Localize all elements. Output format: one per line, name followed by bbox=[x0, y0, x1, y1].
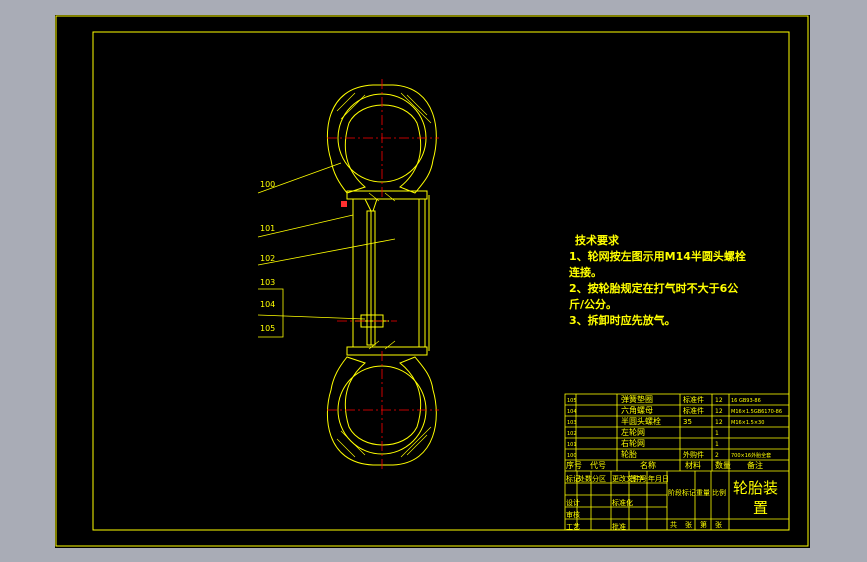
balloon-103: 103 bbox=[260, 278, 275, 287]
notes-title: 技术要求 bbox=[575, 234, 619, 247]
bom-row-name: 半圆头螺栓 bbox=[621, 416, 661, 426]
bom-row-qty: 12 bbox=[715, 408, 723, 415]
bom-header-code: 代号 bbox=[590, 460, 606, 470]
notes-line-1: 1、轮网按左图示用M14半圆头螺栓 bbox=[569, 250, 746, 263]
bom-row-spec: M16×1.5GB6170-86 bbox=[731, 409, 782, 415]
title-block-cell: 重量 bbox=[696, 489, 710, 497]
bom-header-name: 名称 bbox=[640, 460, 656, 470]
bom-row-name: 左轮网 bbox=[621, 427, 645, 437]
bom-row-name: 弹簧垫圈 bbox=[621, 394, 653, 404]
bom-row-spec: 700×16外胎全套 bbox=[731, 452, 771, 459]
bom-header-material: 材料 bbox=[685, 460, 701, 470]
bom-row-no: 104 bbox=[567, 409, 577, 415]
notes-line-2: 连接。 bbox=[569, 266, 602, 279]
bom-header-remark: 备注 bbox=[747, 460, 763, 470]
technical-requirements: 技术要求 1、轮网按左图示用M14半圆头螺栓 连接。 2、按轮胎规定在打气时不大… bbox=[569, 233, 746, 329]
bom-row-type: 35 bbox=[683, 418, 692, 426]
title-block-cell: 张 bbox=[715, 520, 722, 529]
title-block-cell: 标准化 bbox=[612, 498, 633, 507]
bom-row-qty: 12 bbox=[715, 419, 723, 426]
title-block-cell: 第 bbox=[700, 520, 707, 529]
section-hatching bbox=[336, 92, 432, 458]
bom-row-qty: 12 bbox=[715, 397, 723, 404]
bom-row-name: 右轮网 bbox=[621, 438, 645, 448]
bom-row-name: 六角螺母 bbox=[621, 405, 653, 415]
title-block-cell: 阶段标记 bbox=[668, 488, 696, 497]
title-block-cell: 签字 bbox=[630, 474, 644, 483]
notes-line-4: 斤/公分。 bbox=[569, 298, 618, 311]
cad-viewport[interactable]: 100 101 102 103 104 105 105 弹簧垫圈 标准件 12 16 G… bbox=[55, 15, 810, 548]
bom-header-no: 序号 bbox=[566, 460, 582, 470]
bom-header-qty: 数量 bbox=[715, 460, 731, 470]
bom-row-name: 轮胎 bbox=[621, 449, 637, 459]
bom-row-type: 标准件 bbox=[683, 406, 704, 415]
bom-row-no: 100 bbox=[567, 453, 577, 459]
title-block-cell: 工艺 bbox=[566, 523, 580, 531]
bom-row-no: 105 bbox=[567, 398, 577, 404]
notes-line-3: 2、按轮胎规定在打气时不大于6公 bbox=[569, 282, 739, 295]
bom-row-spec: 16 GB93-86 bbox=[731, 398, 761, 404]
balloon-105: 105 bbox=[260, 324, 275, 333]
title-block-cell: 比例 bbox=[712, 488, 726, 497]
title-block: 轮胎装 置 bbox=[733, 479, 778, 517]
wheel-rim bbox=[346, 190, 430, 356]
balloon-102: 102 bbox=[260, 254, 275, 263]
bom-row-type: 标准件 bbox=[683, 395, 704, 404]
title-block-cell: 处数 bbox=[578, 474, 592, 483]
bom-row-no: 103 bbox=[567, 420, 577, 426]
bom-row-qty: 1 bbox=[715, 430, 719, 437]
bom-row-no: 101 bbox=[567, 442, 577, 448]
bom-row-type: 外购件 bbox=[683, 450, 704, 459]
title-block-cell: 批准 bbox=[612, 522, 626, 531]
title-block-cell: 设计 bbox=[566, 498, 580, 507]
balloon-104: 104 bbox=[260, 300, 275, 309]
bom-row-qty: 1 bbox=[715, 441, 719, 448]
centerlines bbox=[327, 79, 439, 471]
title-block-cell: 张 bbox=[685, 520, 692, 529]
bom-row-spec: M16×1.5×30 bbox=[731, 420, 764, 426]
weld-marker bbox=[341, 201, 347, 207]
bom-row-qty: 2 bbox=[715, 452, 719, 459]
drawing-title-line2: 置 bbox=[753, 499, 768, 517]
title-block-cell: 共 bbox=[670, 520, 677, 529]
title-block-cell: 审核 bbox=[566, 510, 580, 519]
balloon-100: 100 bbox=[260, 180, 275, 189]
notes-line-5: 3、拆卸时应先放气。 bbox=[569, 314, 676, 327]
drawing-title-line1: 轮胎装 bbox=[733, 479, 778, 497]
title-block-cell: 年月日 bbox=[648, 474, 669, 483]
title-block-cell: 分区 bbox=[592, 474, 606, 483]
balloon-101: 101 bbox=[260, 224, 275, 233]
bom-row-no: 102 bbox=[567, 431, 577, 437]
leader-lines bbox=[257, 162, 396, 338]
